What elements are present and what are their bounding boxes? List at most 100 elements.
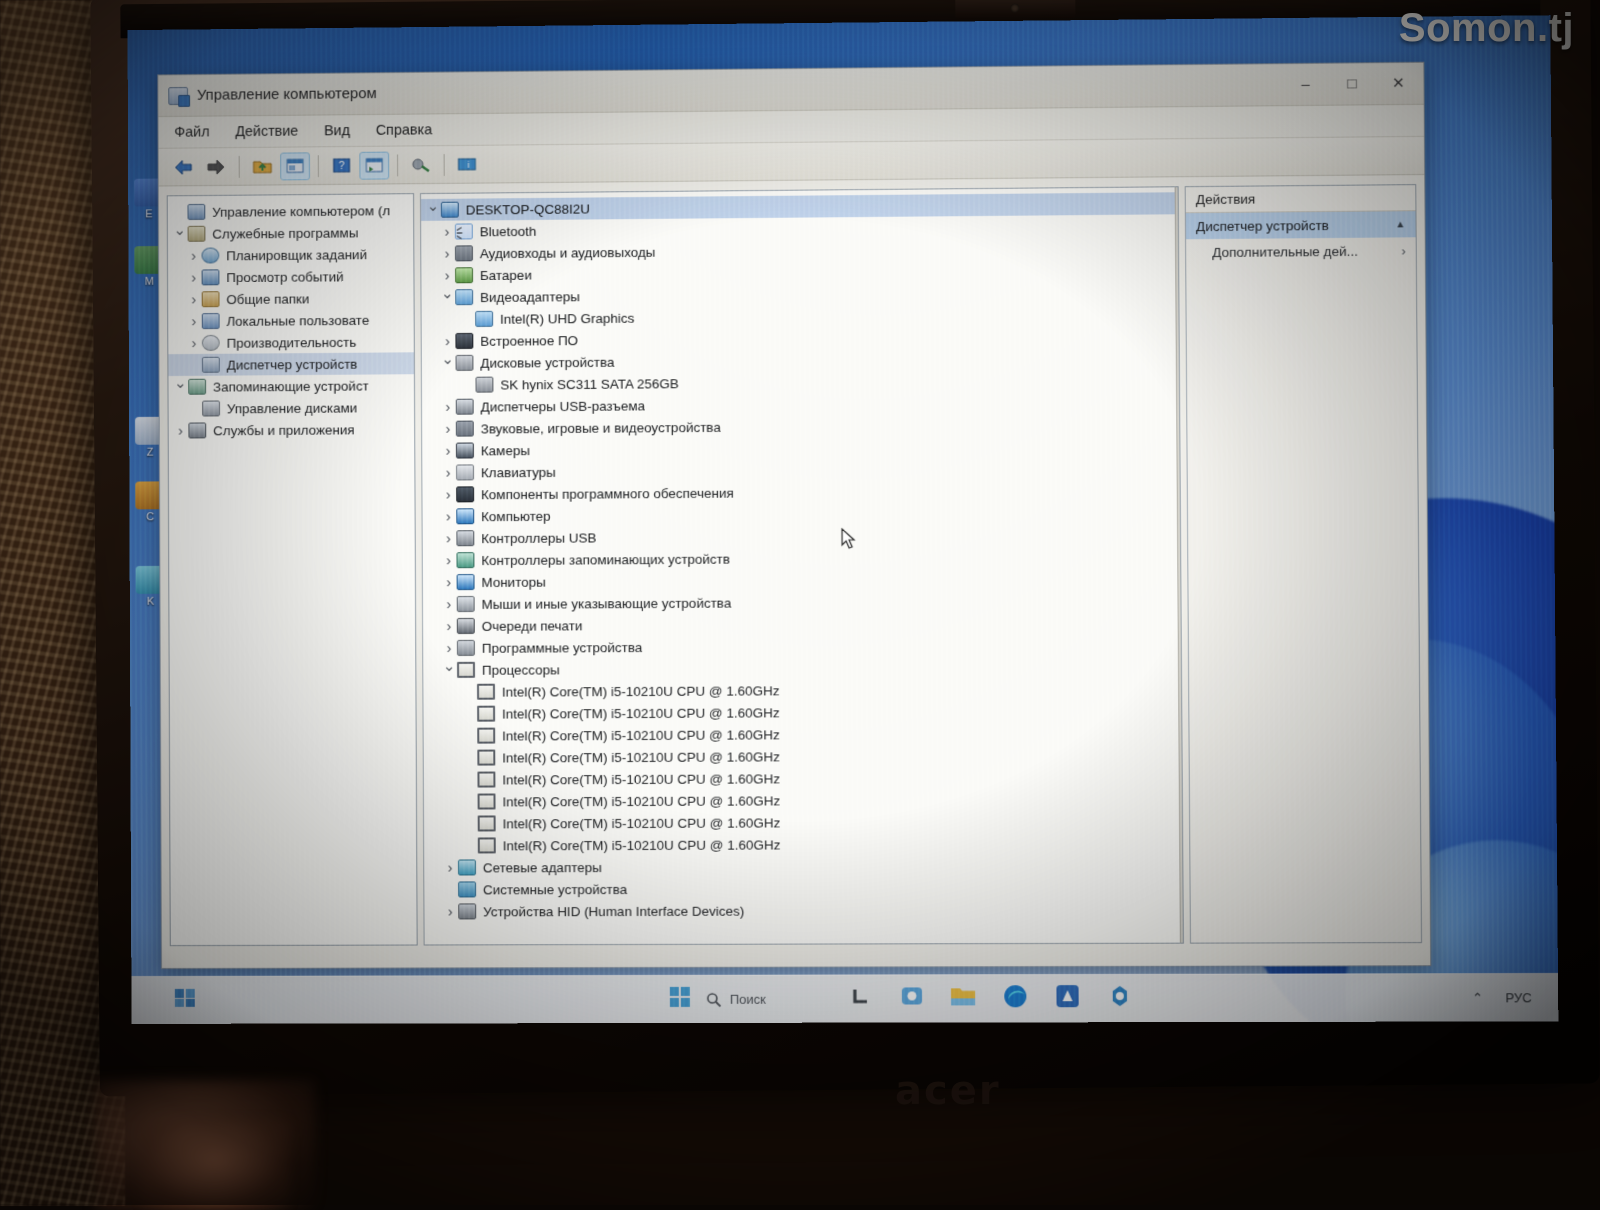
chevron-right-icon: › bbox=[1401, 243, 1405, 258]
scan-for-hardware-changes-icon[interactable] bbox=[406, 151, 436, 179]
taskbar[interactable]: Поиск ⌃ РУС bbox=[131, 973, 1558, 1024]
settings-icon[interactable] bbox=[1106, 983, 1132, 1014]
console-tree-pane[interactable]: Управление компьютером (лСлужебные прогр… bbox=[167, 193, 418, 946]
maximize-button[interactable]: □ bbox=[1329, 63, 1376, 104]
chevron-down-icon[interactable] bbox=[172, 225, 188, 243]
tree-row[interactable]: Устройства HID (Human Interface Devices) bbox=[424, 898, 1182, 922]
computer-management-window[interactable]: Управление компьютером – □ ✕ Файл Действ… bbox=[157, 62, 1431, 969]
chevron-right-icon[interactable] bbox=[186, 269, 202, 286]
chevron-right-icon[interactable] bbox=[440, 333, 456, 350]
sto-icon bbox=[188, 379, 206, 395]
chevron-right-icon[interactable] bbox=[440, 464, 456, 481]
tree-row[interactable]: Intel(R) Core(TM) i5-10210U CPU @ 1.60GH… bbox=[423, 700, 1181, 725]
show-hide-console-tree-icon[interactable] bbox=[359, 151, 389, 179]
tree-row[interactable]: Производительность bbox=[168, 330, 414, 354]
chevron-right-icon[interactable] bbox=[186, 313, 202, 330]
chevron-right-icon[interactable] bbox=[441, 552, 457, 569]
chevron-right-icon[interactable] bbox=[441, 618, 457, 635]
widgets-icon[interactable] bbox=[899, 984, 923, 1013]
tree-row[interactable]: Локальные пользовате bbox=[168, 309, 414, 333]
window-controls[interactable]: – □ ✕ bbox=[1282, 63, 1421, 104]
language-indicator[interactable]: РУС bbox=[1505, 990, 1532, 1005]
chevron-right-icon[interactable] bbox=[173, 422, 189, 439]
tree-row-label: Intel(R) Core(TM) i5-10210U CPU @ 1.60GH… bbox=[502, 705, 780, 721]
tree-row[interactable]: Intel(R) Core(TM) i5-10210U CPU @ 1.60GH… bbox=[424, 722, 1182, 747]
properties-icon[interactable] bbox=[280, 152, 310, 180]
chevron-down-icon[interactable] bbox=[439, 288, 455, 306]
taskbar-left-group[interactable]: Поиск bbox=[668, 985, 766, 1014]
system-tray[interactable]: ⌃ РУС bbox=[1472, 990, 1532, 1006]
tree-row[interactable]: Системные устройства bbox=[424, 876, 1182, 900]
chevron-right-icon[interactable] bbox=[440, 530, 456, 547]
help-info-icon[interactable]: i bbox=[453, 150, 483, 178]
menu-item-action[interactable]: Действие bbox=[235, 123, 298, 139]
file-explorer-icon[interactable] bbox=[949, 984, 975, 1013]
tray-chevron-icon[interactable]: ⌃ bbox=[1472, 990, 1483, 1006]
tree-row-label: Intel(R) Core(TM) i5-10210U CPU @ 1.60GH… bbox=[502, 727, 780, 743]
chevron-right-icon[interactable] bbox=[439, 267, 455, 284]
menu-item-file[interactable]: Файл bbox=[174, 124, 209, 140]
tree-row[interactable]: Intel(R) Core(TM) i5-10210U CPU @ 1.60GH… bbox=[424, 766, 1182, 791]
tree-row[interactable]: Управление компьютером (л bbox=[168, 199, 413, 223]
tree-row[interactable]: Планировщик заданий bbox=[168, 243, 414, 267]
tree-row-label: Intel(R) UHD Graphics bbox=[500, 310, 634, 326]
actions-item-more[interactable]: Дополнительные дей... › bbox=[1186, 237, 1416, 265]
window-title: Управление компьютером bbox=[197, 85, 377, 104]
chevron-right-icon[interactable] bbox=[440, 398, 456, 415]
root-icon bbox=[187, 204, 205, 220]
chevron-right-icon[interactable] bbox=[186, 291, 202, 308]
chevron-right-icon[interactable] bbox=[186, 247, 202, 264]
chevron-right-icon[interactable] bbox=[442, 903, 458, 920]
actions-selected-node[interactable]: Диспетчер устройств ▲ bbox=[1186, 211, 1416, 239]
chevron-right-icon[interactable] bbox=[440, 442, 456, 459]
help-icon[interactable]: ? bbox=[327, 151, 357, 179]
chevron-right-icon[interactable] bbox=[441, 574, 457, 591]
chevron-right-icon[interactable] bbox=[440, 486, 456, 503]
tree-row[interactable]: Запоминающие устройст bbox=[168, 374, 414, 398]
tree-row[interactable]: Сетевые адаптеры bbox=[424, 854, 1182, 878]
tree-row[interactable]: Intel(R) Core(TM) i5-10210U CPU @ 1.60GH… bbox=[424, 788, 1182, 813]
desktop-icon-label: K bbox=[147, 596, 154, 608]
tree-row[interactable]: Диспетчер устройств bbox=[168, 352, 414, 376]
tree-row[interactable]: Управление дисками bbox=[169, 396, 415, 420]
menu-item-help[interactable]: Справка bbox=[376, 122, 432, 138]
chevron-right-icon[interactable] bbox=[186, 335, 202, 352]
back-arrow-icon[interactable] bbox=[169, 153, 199, 181]
menu-item-view[interactable]: Вид bbox=[324, 123, 350, 139]
forward-arrow-icon[interactable] bbox=[201, 153, 231, 181]
chevron-right-icon[interactable] bbox=[441, 596, 457, 613]
start-button[interactable] bbox=[668, 985, 692, 1014]
edge-icon[interactable] bbox=[1002, 983, 1028, 1014]
taskbar-search[interactable]: Поиск bbox=[706, 991, 766, 1007]
tree-row[interactable]: Intel(R) Core(TM) i5-10210U CPU @ 1.60GH… bbox=[424, 810, 1182, 835]
store-icon[interactable] bbox=[1054, 983, 1080, 1014]
minimize-button[interactable]: – bbox=[1282, 64, 1329, 105]
chevron-right-icon[interactable] bbox=[439, 223, 455, 240]
tree-row[interactable]: Службы и приложения bbox=[169, 418, 415, 442]
actions-pane[interactable]: Действия Диспетчер устройств ▲ Дополните… bbox=[1185, 184, 1422, 944]
tree-row[interactable]: Общие папки bbox=[168, 287, 414, 311]
chevron-right-icon[interactable] bbox=[442, 859, 458, 876]
chevron-right-icon[interactable] bbox=[440, 508, 456, 525]
tree-row[interactable]: Intel(R) Core(TM) i5-10210U CPU @ 1.60GH… bbox=[424, 832, 1182, 857]
console-tree[interactable]: Управление компьютером (лСлужебные прогр… bbox=[168, 194, 415, 441]
device-manager-pane[interactable]: DESKTOP-QC88I2UBluetoothАудиовходы и ауд… bbox=[420, 186, 1184, 945]
close-button[interactable]: ✕ bbox=[1375, 63, 1422, 104]
actions-item-label: Дополнительные дей... bbox=[1212, 243, 1358, 259]
chevron-right-icon[interactable] bbox=[441, 639, 457, 656]
taskbar-overflow-icon[interactable] bbox=[171, 985, 201, 1016]
search-placeholder: Поиск bbox=[730, 992, 766, 1007]
chevron-down-icon[interactable] bbox=[441, 661, 457, 679]
chevron-down-icon[interactable] bbox=[172, 378, 188, 396]
tree-row[interactable]: Просмотр событий bbox=[168, 265, 414, 289]
chevron-down-icon[interactable] bbox=[425, 201, 441, 219]
chevron-down-icon[interactable] bbox=[440, 354, 456, 372]
up-folder-icon[interactable] bbox=[248, 152, 278, 180]
cpu-icon bbox=[478, 793, 496, 809]
tree-row[interactable]: Служебные программы bbox=[168, 221, 413, 245]
chevron-right-icon[interactable] bbox=[440, 420, 456, 437]
tree-row[interactable]: Intel(R) Core(TM) i5-10210U CPU @ 1.60GH… bbox=[424, 744, 1182, 769]
device-tree[interactable]: DESKTOP-QC88I2UBluetoothАудиовходы и ауд… bbox=[421, 187, 1183, 922]
chevron-right-icon[interactable] bbox=[439, 245, 455, 262]
task-view-icon[interactable] bbox=[849, 985, 873, 1014]
